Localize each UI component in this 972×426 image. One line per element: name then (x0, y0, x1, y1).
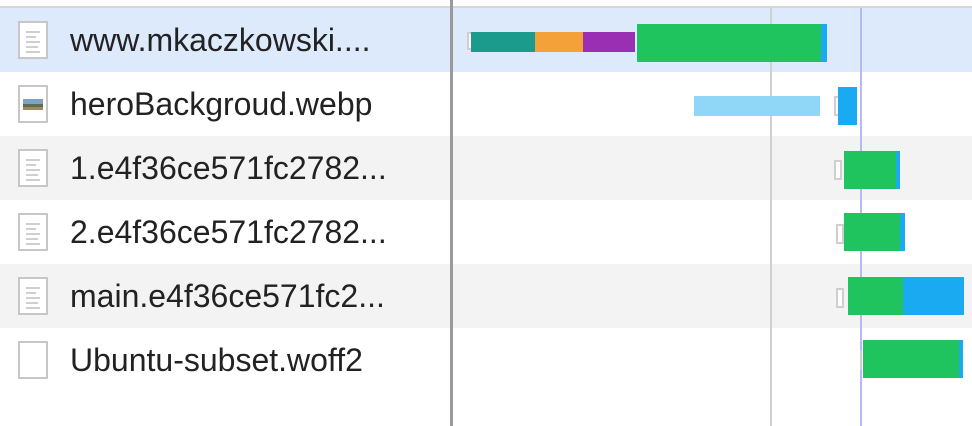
document-icon (18, 21, 48, 59)
download-segment (821, 24, 827, 62)
waiting-segment (844, 213, 900, 251)
wait-segment (836, 224, 844, 244)
name-cell[interactable]: 1.e4f36ce571fc2782... (0, 136, 450, 200)
request-name: 2.e4f36ce571fc2782... (70, 214, 387, 250)
request-name: 1.e4f36ce571fc2782... (70, 150, 387, 186)
waiting-segment (848, 277, 903, 315)
wait-segment (834, 160, 842, 180)
waiting-segment (863, 340, 959, 378)
name-cell[interactable]: heroBackgroud.webp (0, 72, 450, 136)
request-name: main.e4f36ce571fc2... (70, 278, 385, 314)
download-segment (900, 213, 905, 251)
download-segment (959, 340, 963, 378)
font-icon (18, 341, 48, 379)
waterfall-area (453, 0, 972, 426)
request-name: Ubuntu-subset.woff2 (70, 342, 363, 378)
name-cell[interactable]: Ubuntu-subset.woff2 (0, 328, 450, 392)
stalled-segment (471, 32, 535, 52)
waiting-segment (844, 151, 896, 189)
name-cell[interactable]: main.e4f36ce571fc2... (0, 264, 450, 328)
dom-content-loaded-line (770, 8, 772, 426)
request-name: heroBackgroud.webp (70, 86, 373, 122)
dns-segment (535, 32, 583, 52)
download-segment (903, 277, 964, 315)
ssl-segment (583, 32, 635, 52)
script-icon (18, 277, 48, 315)
waiting-segment (637, 24, 821, 62)
download-segment (838, 87, 857, 125)
script-icon (18, 149, 48, 187)
download-segment (896, 151, 900, 189)
queued-segment (694, 96, 820, 116)
name-cell[interactable]: www.mkaczkowski.... (0, 8, 450, 72)
name-cell[interactable]: 2.e4f36ce571fc2782... (0, 200, 450, 264)
script-icon (18, 213, 48, 251)
image-icon (18, 85, 48, 123)
wait-segment (836, 288, 844, 308)
connection-segment (860, 350, 862, 370)
request-name: www.mkaczkowski.... (70, 22, 371, 58)
